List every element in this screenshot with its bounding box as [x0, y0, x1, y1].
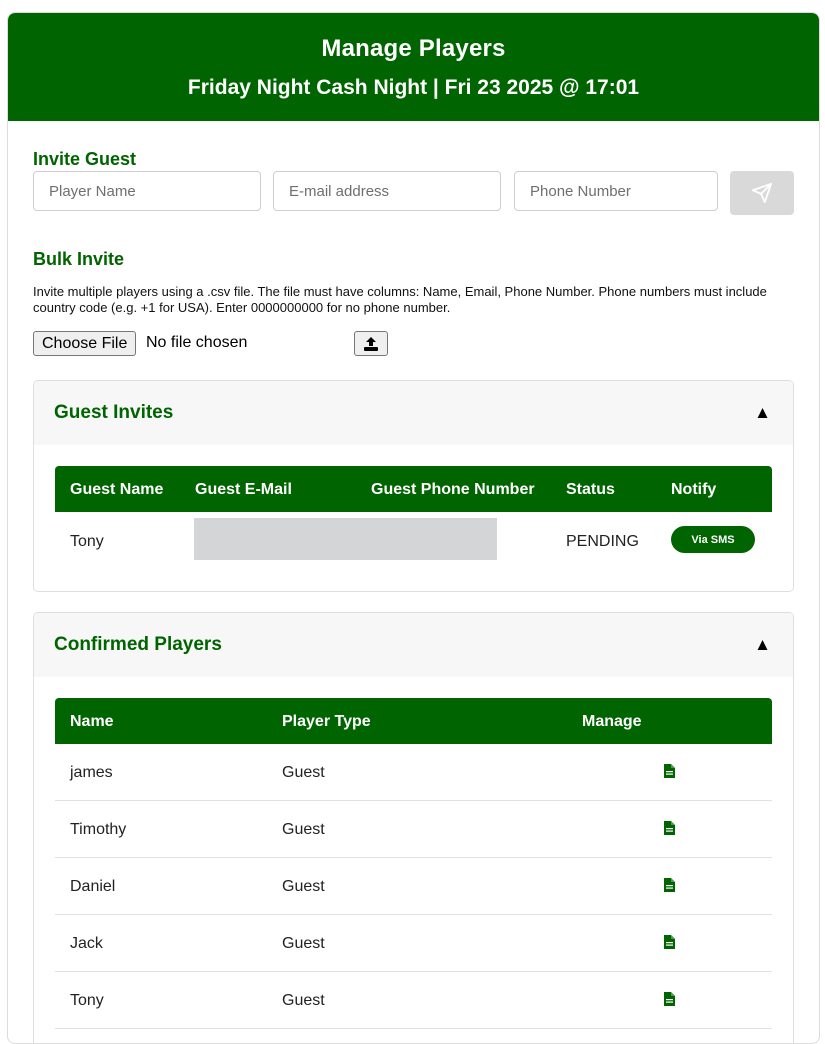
page-title: Manage Players — [321, 35, 506, 62]
col-status: Status — [566, 481, 615, 498]
player-name-cell: Jack — [70, 935, 103, 952]
table-row: james Guest — [55, 744, 772, 801]
guest-name-cell: Tony — [70, 533, 104, 550]
table-row: Daniel Guest — [55, 858, 772, 915]
document-icon[interactable] — [664, 764, 675, 778]
col-guest-email: Guest E-Mail — [195, 481, 292, 498]
event-subtitle: Friday Night Cash Night | Fri 23 2025 @ … — [187, 76, 640, 99]
upload-icon — [364, 336, 378, 351]
collapse-toggle-icon[interactable]: ▲ — [754, 635, 771, 655]
document-icon[interactable] — [664, 821, 675, 835]
table-row: Timothy Guest — [55, 801, 772, 858]
document-icon[interactable] — [664, 935, 675, 949]
col-guest-name: Guest Name — [70, 481, 164, 498]
player-type-cell: Guest — [282, 764, 325, 781]
guest-invites-table-header: Guest Name Guest E-Mail Guest Phone Numb… — [55, 466, 772, 512]
confirmed-players-panel: Confirmed Players ▲ Name Player Type Man… — [33, 612, 794, 1043]
collapse-toggle-icon[interactable]: ▲ — [754, 403, 771, 423]
player-type-cell: Guest — [282, 992, 325, 1009]
player-type-cell: Guest — [282, 878, 325, 895]
email-input[interactable] — [273, 171, 501, 211]
player-type-cell: Guest — [282, 821, 325, 838]
document-icon[interactable] — [664, 992, 675, 1006]
player-name-cell: Timothy — [70, 821, 127, 838]
upload-button[interactable] — [354, 331, 388, 356]
guest-invites-header[interactable]: Guest Invites ▲ — [34, 381, 793, 445]
notify-via-sms-button[interactable]: Via SMS — [671, 526, 755, 553]
player-name-input[interactable] — [33, 171, 261, 211]
choose-file-button[interactable]: Choose File — [33, 331, 137, 356]
bulk-invite-description: Invite multiple players using a .csv fil… — [33, 284, 767, 315]
confirmed-players-table-header: Name Player Type Manage — [55, 698, 772, 744]
player-type-cell: Guest — [282, 935, 325, 952]
bulk-invite-title: Bulk Invite — [33, 249, 125, 269]
invite-guest-title: Invite Guest — [33, 149, 137, 169]
player-name-cell: james — [70, 764, 113, 781]
table-row: Jack Guest — [55, 915, 772, 972]
guest-invites-title: Guest Invites — [54, 402, 174, 423]
guest-invites-panel: Guest Invites ▲ Guest Name Guest E-Mail … — [33, 380, 794, 592]
table-row: Tony Guest — [55, 972, 772, 1029]
paper-plane-icon — [751, 182, 773, 204]
col-manage: Manage — [582, 713, 642, 730]
status-cell: PENDING — [566, 533, 639, 550]
send-invite-button[interactable] — [730, 171, 794, 215]
page-header: Manage Players Friday Night Cash Night |… — [8, 13, 819, 121]
file-status-text: No file chosen — [146, 334, 248, 351]
phone-input[interactable] — [514, 171, 718, 211]
confirmed-players-rows: james Guest Timothy Guest Daniel Guest J… — [55, 744, 772, 1029]
player-name-cell: Tony — [70, 992, 104, 1009]
redacted-contact — [194, 518, 497, 560]
player-name-cell: Daniel — [70, 878, 116, 895]
col-name: Name — [70, 713, 114, 730]
confirmed-players-title: Confirmed Players — [54, 634, 222, 655]
col-notify: Notify — [671, 481, 717, 498]
col-player-type: Player Type — [282, 713, 371, 730]
table-row: Tony PENDING Via SMS — [55, 512, 772, 570]
col-guest-phone: Guest Phone Number — [371, 481, 535, 498]
confirmed-players-header[interactable]: Confirmed Players ▲ — [34, 613, 793, 677]
document-icon[interactable] — [664, 878, 675, 892]
manage-players-card: Manage Players Friday Night Cash Night |… — [7, 12, 820, 1044]
